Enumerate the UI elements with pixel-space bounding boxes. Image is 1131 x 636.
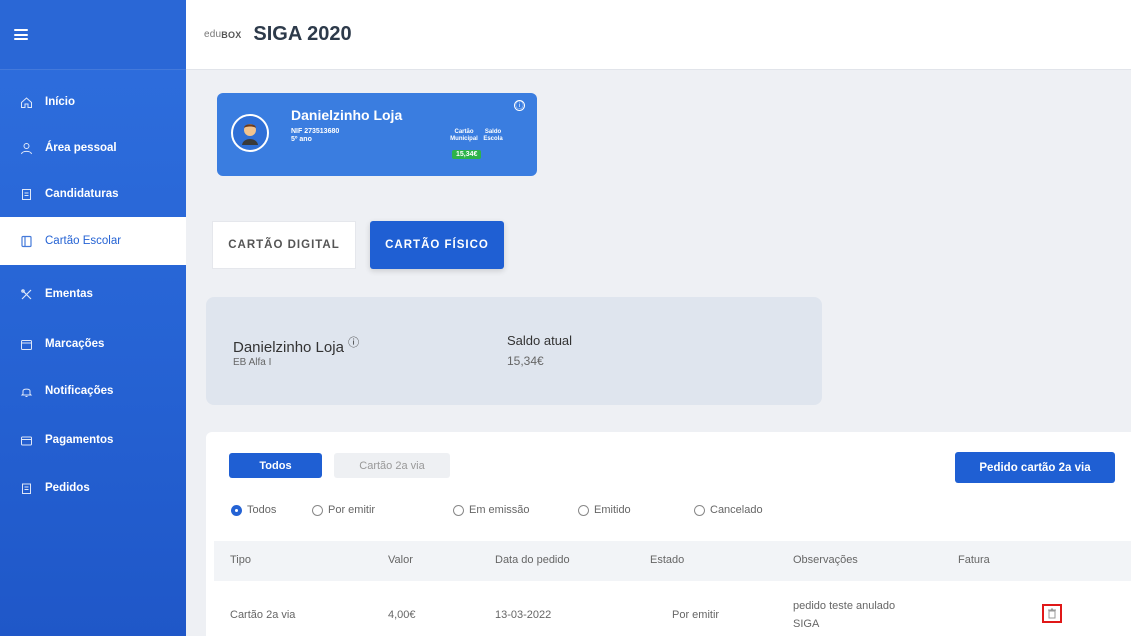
radio-por-emitir[interactable]: Por emitir (312, 504, 375, 516)
sidebar-item-label: Candidaturas (45, 188, 119, 200)
sidebar-item-label: Marcações (45, 338, 105, 350)
radio-cancelado[interactable]: Cancelado (694, 504, 763, 516)
sidebar-item-label: Área pessoal (45, 142, 117, 154)
document-icon (20, 188, 33, 201)
card-info-panel: Danielzinho Loja ⓘ EB Alfa I Saldo atual… (206, 297, 822, 405)
info-icon[interactable]: ⓘ (348, 337, 359, 349)
trash-icon (1048, 608, 1056, 619)
cell-valor: 4,00€ (388, 609, 416, 621)
balance-badge: 15,34€ (452, 150, 482, 159)
cartao-municipal-label: Cartão Municipal (450, 129, 478, 142)
avatar (231, 114, 269, 152)
sidebar-item-area-pessoal[interactable]: Área pessoal (0, 124, 186, 172)
card-holder-name: Danielzinho Loja ⓘ (233, 337, 360, 356)
column-header: Tipo (230, 554, 251, 566)
radio-checked-icon (231, 504, 242, 516)
card-icon (20, 235, 33, 248)
column-header: Estado (650, 554, 685, 566)
edubox-logo: edu BOX (204, 29, 242, 40)
cutlery-icon (20, 288, 33, 301)
info-icon[interactable]: ⓘ (514, 100, 525, 111)
filter-cartao-2a-via-button[interactable]: Cartão 2a via (334, 453, 450, 478)
radio-unchecked-icon (312, 504, 323, 516)
wallet-icon (20, 434, 33, 447)
cell-tipo: Cartão 2a via (230, 609, 296, 621)
home-icon (20, 96, 33, 109)
sidebar-item-inicio[interactable]: Início (0, 78, 186, 126)
cell-observacoes: SIGA (793, 618, 820, 630)
delete-request-button[interactable] (1042, 604, 1062, 623)
pedido-cartao-button[interactable]: Pedido cartão 2a via (955, 452, 1115, 483)
sidebar-item-pedidos[interactable]: Pedidos (0, 464, 186, 512)
card-school: EB Alfa I (233, 357, 272, 368)
bell-icon (20, 385, 33, 398)
sidebar-item-label: Início (45, 96, 76, 108)
radio-emitido[interactable]: Emitido (578, 504, 631, 516)
column-header: Valor (388, 554, 413, 566)
table-header: Tipo Valor Data do pedido Estado Observa… (214, 541, 1131, 581)
requests-panel: Todos Cartão 2a via Pedido cartão 2a via… (206, 432, 1131, 636)
cell-data: 13-03-2022 (495, 609, 552, 621)
sidebar-item-label: Notificações (45, 385, 114, 397)
clipboard-icon (20, 482, 33, 495)
top-bar: edu BOX SIGA 2020 (186, 0, 1131, 70)
sidebar-item-ementas[interactable]: Ementas (0, 270, 186, 318)
column-header: Fatura (958, 554, 990, 566)
sidebar-item-candidaturas[interactable]: Candidaturas (0, 170, 186, 218)
student-profile-card[interactable]: Danielzinho Loja NIF 273513680 5º ano ⓘ … (217, 93, 537, 176)
sidebar-item-label: Cartão Escolar (45, 235, 122, 247)
sidebar-item-cartao-escolar[interactable]: Cartão Escolar (0, 217, 186, 265)
hamburger-menu-icon[interactable] (14, 29, 28, 40)
sidebar-header (0, 0, 186, 70)
sidebar-item-label: Pagamentos (45, 434, 114, 446)
tab-cartao-fisico[interactable]: CARTÃO FÍSICO (370, 221, 504, 269)
app-title: SIGA 2020 (253, 23, 352, 45)
sidebar: Início Área pessoal Candidaturas Cartão … (0, 0, 186, 636)
user-icon (20, 142, 33, 155)
saldo-label: Saldo atual (507, 333, 573, 348)
saldo-escola-label: Saldo Escola (483, 129, 503, 142)
sidebar-item-label: Ementas (45, 288, 93, 300)
radio-unchecked-icon (453, 504, 464, 516)
student-avatar-icon (242, 124, 258, 145)
cell-estado: Por emitir (672, 609, 720, 621)
radio-unchecked-icon (694, 504, 705, 516)
saldo-value: 15,34€ (507, 354, 544, 368)
profile-nif: NIF 273513680 (291, 128, 340, 135)
radio-unchecked-icon (578, 504, 589, 516)
profile-name: Danielzinho Loja (291, 107, 403, 123)
sidebar-item-pagamentos[interactable]: Pagamentos (0, 416, 186, 464)
radio-todos[interactable]: Todos (231, 504, 276, 516)
sidebar-item-marcacoes[interactable]: Marcações (0, 320, 186, 368)
cell-observacoes: pedido teste anulado (793, 600, 896, 612)
radio-em-emissao[interactable]: Em emissão (453, 504, 530, 516)
sidebar-item-label: Pedidos (45, 482, 90, 494)
column-header: Data do pedido (495, 554, 570, 566)
column-header: Observações (793, 554, 858, 566)
filter-todos-button[interactable]: Todos (229, 453, 322, 478)
profile-year: 5º ano (291, 136, 312, 143)
tab-cartao-digital[interactable]: CARTÃO DIGITAL (212, 221, 356, 269)
calendar-icon (20, 338, 33, 351)
sidebar-item-notificacoes[interactable]: Notificações (0, 367, 186, 415)
